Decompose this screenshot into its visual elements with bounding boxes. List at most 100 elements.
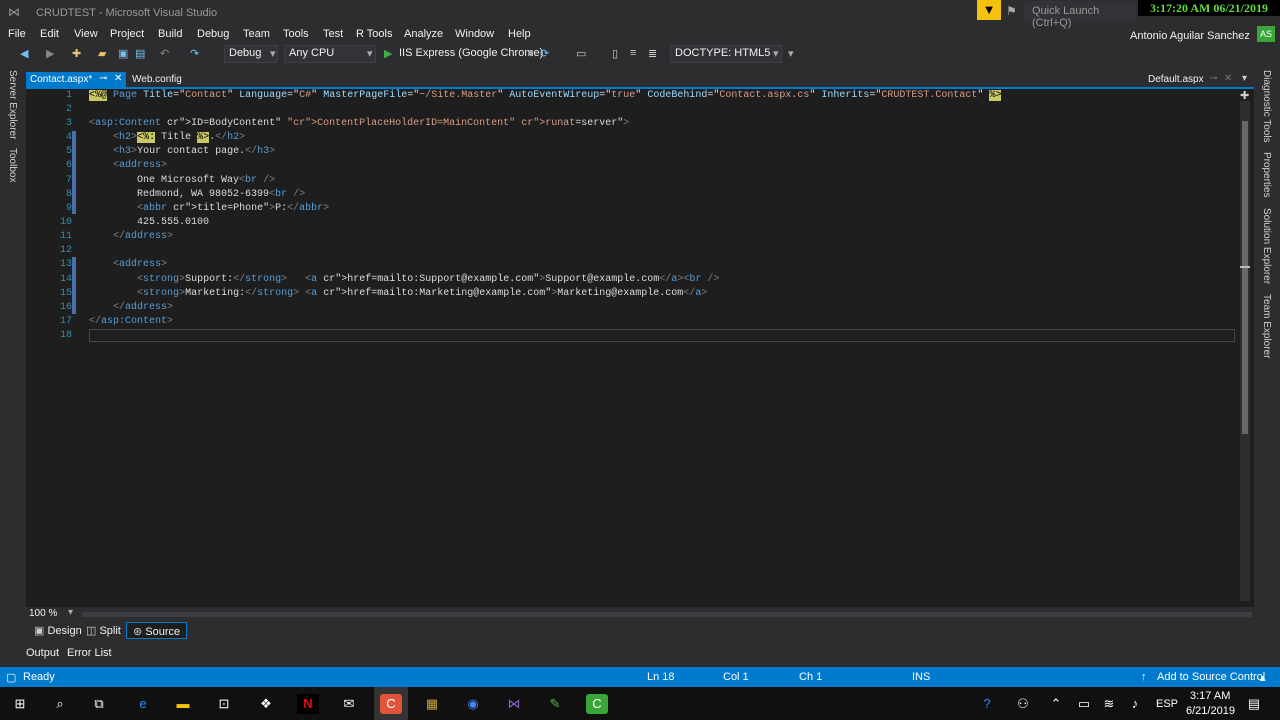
toolbox-tab[interactable]: Toolbox [7,148,18,182]
tray-date[interactable]: 6/21/2019 [1186,705,1235,717]
outdent-icon[interactable]: ≡ [630,47,636,59]
code-line[interactable]: Redmond, WA 98052-6399<br /> [89,189,305,200]
pin-icon[interactable]: ⊸ [99,73,107,84]
battery-icon[interactable]: ▭ [1073,694,1095,714]
tray-time[interactable]: 3:17 AM [1190,690,1230,702]
chevron-up-icon[interactable]: ⌃ [1045,694,1067,714]
zoom-level[interactable]: 100 % [29,608,57,619]
notification-icon[interactable]: ⚑ [1006,4,1017,18]
code-line[interactable]: One Microsoft Way<br /> [89,175,275,186]
archive-icon[interactable]: ▦ [421,694,443,714]
menu-edit[interactable]: Edit [40,28,59,40]
feedback-filter-icon[interactable]: ▼ [977,0,1001,20]
menu-build[interactable]: Build [158,28,182,40]
camtasia-icon[interactable]: C [586,694,608,714]
redo-icon[interactable]: ↷ [190,47,199,60]
code-line[interactable]: <asp:Content cr">ID=BodyContent" "cr">Co… [89,118,629,129]
help-icon[interactable]: ? [976,694,998,714]
code-line[interactable]: <address> [89,160,167,171]
menu-team[interactable]: Team [243,28,270,40]
dropbox-icon[interactable]: ❖ [255,694,277,714]
tab-split[interactable]: ◫ Split [80,622,127,639]
forward-icon[interactable]: ▶ [46,47,54,60]
toolbar-overflow-icon[interactable]: ▾ [788,47,794,60]
server-explorer-tab[interactable]: Server Explorer [7,70,18,139]
horizontal-scrollbar[interactable] [82,612,1252,617]
avatar[interactable]: AS [1257,26,1275,42]
chrome-icon[interactable]: ◉ [462,694,484,714]
action-center-icon[interactable]: ▤ [1243,694,1265,714]
scrollbar-thumb[interactable] [1242,121,1248,434]
people-icon[interactable]: ⚇ [1012,694,1034,714]
tab-web-config[interactable]: Web.config [128,72,198,88]
browser-link-icon[interactable]: ▭ [576,47,586,60]
run-target-label[interactable]: IIS Express (Google Chrome) [399,47,543,59]
arrow-up-icon[interactable]: ↑ [1141,671,1147,683]
menu-debug[interactable]: Debug [197,28,229,40]
code-line[interactable]: <%@ Page Title="Contact" Language="C#" M… [89,90,1002,101]
code-editor[interactable] [26,89,1254,607]
solution-explorer-tab[interactable]: Solution Explorer [1261,208,1272,284]
save-icon[interactable]: ▣ [118,47,128,60]
add-to-source-control[interactable]: Add to Source Control [1157,671,1265,683]
file-explorer-icon[interactable]: ▬ [172,694,194,714]
quick-launch-input[interactable]: Quick Launch (Ctrl+Q) [1024,1,1136,29]
store-icon[interactable]: ⊡ [213,694,235,714]
tab-design[interactable]: ▣ Design [28,622,88,639]
code-line[interactable]: <strong>Support:</strong> <a cr">href=ma… [89,274,719,285]
chevron-down-icon[interactable]: ▾ [528,47,534,60]
diagnostic-tools-tab[interactable]: Diagnostic Tools [1261,70,1272,143]
code-line[interactable]: 425.555.0100 [89,217,209,228]
menu-analyze[interactable]: Analyze [404,28,443,40]
close-icon[interactable]: ✕ [114,73,122,84]
team-explorer-tab[interactable]: Team Explorer [1261,294,1272,358]
document-icon[interactable]: ▯ [612,47,618,60]
properties-tab[interactable]: Properties [1261,152,1272,198]
tab-list-dropdown-icon[interactable]: ▾ [1242,73,1247,84]
mail-icon[interactable]: ✉ [338,694,360,714]
new-project-icon[interactable]: ✚ [72,47,81,60]
vertical-scrollbar[interactable] [1240,101,1250,601]
close-icon[interactable]: ✕ [1224,73,1232,84]
tab-error-list[interactable]: Error List [61,645,118,662]
task-view-icon[interactable]: ⧉ [88,694,110,714]
netflix-icon[interactable]: N [297,694,319,714]
menu-help[interactable]: Help [508,28,531,40]
volume-icon[interactable]: ♪ [1124,694,1146,714]
tab-source[interactable]: ⊛ Source [126,622,188,639]
save-all-icon[interactable]: ▤ [135,47,145,60]
code-line[interactable]: <abbr cr">title=Phone">P:</abbr> [89,203,329,214]
code-line[interactable]: <h2><%: Title %>.</h2> [89,132,245,143]
run-icon[interactable]: ▶ [384,47,392,60]
indent-icon[interactable]: ≣ [648,47,657,60]
menu-file[interactable]: File [8,28,26,40]
pin-icon[interactable]: ⊸ [1209,73,1217,84]
tab-contact-aspx[interactable]: Contact.aspx* ⊸ ✕ [26,72,126,88]
input-language[interactable]: ESP [1156,698,1178,710]
visual-studio-icon[interactable]: ⋈ [503,694,525,714]
code-line[interactable]: <h3>Your contact page.</h3> [89,146,275,157]
menu-r-tools[interactable]: R Tools [356,28,392,40]
refresh-icon[interactable]: ⟳ [540,47,549,60]
code-line[interactable]: <strong>Marketing:</strong> <a cr">href=… [89,288,707,299]
menu-view[interactable]: View [74,28,98,40]
code-line[interactable]: </address> [89,302,173,313]
code-line[interactable]: </asp:Content> [89,316,173,327]
editor-app-icon[interactable]: ✎ [544,694,566,714]
chevron-down-icon[interactable]: ▾ [68,607,73,618]
menu-window[interactable]: Window [455,28,494,40]
tab-output[interactable]: Output [20,645,65,662]
search-icon[interactable]: ⌕ [49,694,71,714]
codecamp-icon[interactable]: C [380,694,402,714]
menu-tools[interactable]: Tools [283,28,309,40]
undo-icon[interactable]: ↶ [160,47,169,60]
chevron-up-icon[interactable]: ▴ [1260,671,1266,684]
user-name[interactable]: Antonio Aguilar Sanchez [1130,30,1250,42]
code-line[interactable]: </address> [89,231,173,242]
open-file-icon[interactable]: ▰ [98,47,106,60]
edge-icon[interactable]: e [132,694,154,714]
windows-start-icon[interactable]: ⊞ [9,694,31,714]
menu-project[interactable]: Project [110,28,144,40]
tab-default-aspx[interactable]: Default.aspx ⊸ ✕ ▾ [1144,72,1254,88]
wifi-icon[interactable]: ≋ [1098,694,1120,714]
